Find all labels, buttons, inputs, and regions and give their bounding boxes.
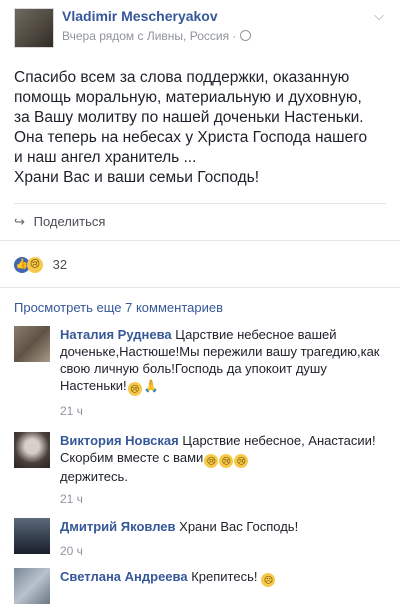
post-meta: Вчера рядом с Ливны, Россия · [62,29,252,43]
sad-reaction-icon: 😢 [27,256,43,273]
commenter-avatar[interactable] [14,518,50,554]
comment-item: Дмитрий Яковлев Храни Вас Господь! 20 ч [14,518,390,562]
share-button[interactable]: ↪ Поделиться [14,214,105,234]
chevron-down-icon[interactable]: ⌵ [374,8,384,24]
comment-body: Светлана Андреева Крепитесь! ☹ [60,568,386,587]
divider [0,240,400,241]
praying-hands-icon: 🙏 [143,379,159,393]
commenter-name[interactable]: Виктория Новская [60,433,179,448]
commenter-name[interactable]: Наталия Руднева [60,327,172,342]
comment-item: Наталия Руднева Царствие небесное вашей … [14,326,390,418]
share-label: Поделиться [33,214,106,229]
reactions-summary[interactable]: 👍 😢 32 [14,256,67,276]
comment-timestamp[interactable]: 21 ч [60,492,83,506]
comment-timestamp[interactable]: 21 ч [60,404,83,418]
divider [14,203,386,204]
post-text: Спасибо всем за слова поддержки, оказанн… [14,69,368,186]
author-name[interactable]: Vladimir Mescheryakov [62,8,218,24]
crying-emoji-icon: 😢 [219,454,234,468]
crying-emoji-icon: 😢 [127,382,142,396]
comment-item: Светлана Андреева Крепитесь! ☹ [14,568,390,604]
commenter-avatar[interactable] [14,432,50,468]
crying-emoji-icon: 😢 [234,454,249,468]
comment-body: Наталия Руднева Царствие небесное вашей … [60,326,386,396]
comment-text: Храни Вас Господь! [175,519,299,534]
frowning-emoji-icon: ☹ [261,573,276,587]
comment-body: Дмитрий Яковлев Храни Вас Господь! [60,518,386,535]
comment-text-continued: держитесь. [60,469,128,484]
commenter-name[interactable]: Светлана Андреева [60,569,188,584]
comment-text: Крепитесь! [187,569,258,584]
author-avatar[interactable] [14,8,54,48]
comment-timestamp[interactable]: 20 ч [60,544,83,558]
post-header: Vladimir Mescheryakov Вчера рядом с Ливн… [14,8,386,48]
commenter-name[interactable]: Дмитрий Яковлев [60,519,176,534]
crying-emoji-icon: 😢 [204,454,219,468]
reaction-count: 32 [52,257,68,273]
commenter-avatar[interactable] [14,326,50,362]
view-more-comments-link[interactable]: Просмотреть еще 7 комментариев [14,300,223,315]
comment-body: Виктория Новская Царствие небесное, Анас… [60,432,386,485]
post-meta-text[interactable]: Вчера рядом с Ливны, Россия · [62,29,236,43]
globe-icon [240,30,252,41]
comment-item: Виктория Новская Царствие небесное, Анас… [14,432,390,512]
share-icon: ↪ [14,214,25,229]
divider [0,287,400,288]
